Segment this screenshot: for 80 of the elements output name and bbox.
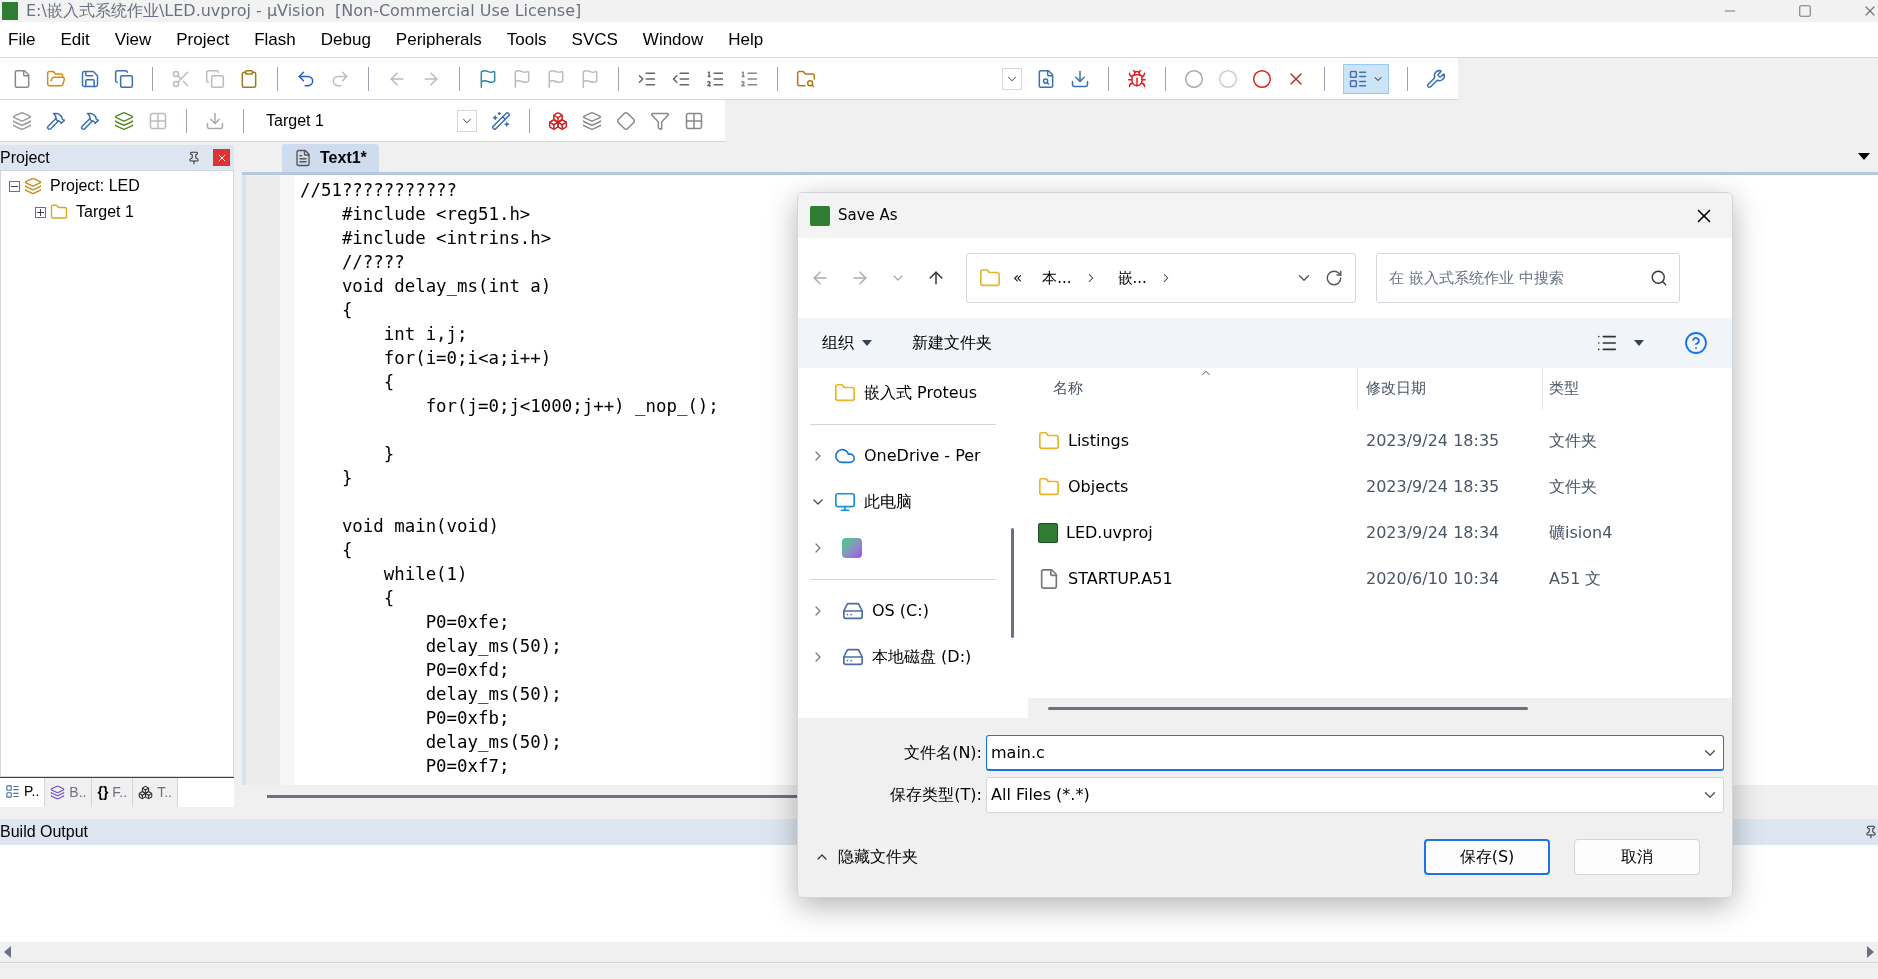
file-name[interactable]: Listings [1068,429,1130,453]
file-type-select[interactable]: All Files (*.*) [986,777,1724,813]
file-name[interactable]: STARTUP.A51 [1068,567,1173,591]
file-type: 礦ision4 [1548,522,1613,544]
nav-item[interactable]: 本地磁盘 (D:) [872,645,972,669]
menu-item[interactable]: SVCS [571,26,618,53]
menu-item[interactable]: Project [176,26,230,53]
panel-tab[interactable]: T.. [133,778,178,807]
file-type: 文件夹 [1548,476,1597,498]
panel-tab[interactable]: B.. [45,778,93,807]
window-title: E:\嵌入式系统作业\LED.uvproj - µVision [Non-Commercial Use License] [26,0,582,22]
file-name[interactable]: Objects [1068,475,1129,499]
code-line: //???? [340,251,405,274]
code-line: P0=0xfb; [424,707,510,730]
address-bar[interactable]: « 本... 嵌... [966,253,1356,303]
code-line: for(j=0;j<1000;j++) _nop_(); [424,395,719,418]
code-line: { [382,371,395,394]
command-button[interactable]: 新建文件夹 [912,331,992,355]
code-line: { [382,587,395,610]
code-line: P0=0xf7; [424,755,510,778]
code-line: #include <reg51.h> [340,203,531,226]
command-button[interactable]: 组织 [822,331,872,355]
tree-item[interactable]: Project: LED [50,174,140,198]
code-line: void delay_ms(int a) [340,275,552,298]
code-line: } [382,443,395,466]
menu-item[interactable]: Edit [60,26,90,53]
menu-item[interactable]: Help [728,26,764,53]
file-date: 2023/9/24 18:35 [1365,476,1501,498]
code-line: while(1) [382,563,468,586]
dialog-button[interactable]: 取消 [1574,839,1700,875]
nav-item[interactable]: OS (C:) [872,599,929,623]
column-header[interactable]: 名称 [1053,368,1357,410]
code-line: int i,j; [382,323,468,346]
code-line: delay_ms(50); [424,731,562,754]
filename-field[interactable]: main.c [986,735,1724,771]
file-date: 2023/9/24 18:35 [1365,430,1501,452]
nav-item[interactable]: 嵌入式 Proteus [864,381,978,405]
editor-tab[interactable]: Text1* [282,144,379,172]
code-line: delay_ms(50); [424,683,562,706]
menu-item[interactable]: Debug [320,26,371,53]
file-type: A51 文 [1548,568,1602,590]
dialog-title: Save As [838,205,898,227]
file-date: 2023/9/24 18:34 [1365,522,1501,544]
code-line: delay_ms(50); [424,635,562,658]
search-field[interactable]: 在 嵌入式系统作业 中搜索 [1376,253,1680,303]
panel-tab[interactable]: {} F.. [92,778,134,807]
nav-item[interactable]: 此电脑 [864,490,912,514]
file-name[interactable]: LED.uvproj [1066,521,1153,545]
target-select[interactable]: Target 1 [262,106,477,135]
braces-glyph: {} [97,783,109,802]
panel-title: Build Output [0,822,90,842]
menu-item[interactable]: File [8,26,36,53]
menu-item[interactable]: Peripherals [395,26,482,53]
panel-title: Project [0,147,51,168]
overflow-chevron[interactable]: « [1013,266,1023,290]
dialog-button[interactable]: 保存(S) [1424,839,1550,875]
menu-item[interactable]: Window [642,26,704,53]
code-line: #include <intrins.h> [340,227,552,250]
code-line: { [340,299,353,322]
menu-item[interactable]: Tools [506,26,547,53]
menu-item[interactable]: Flash [254,26,296,53]
breadcrumb[interactable]: 本... [1042,266,1072,290]
code-line: { [340,539,353,562]
field-label: 文件名(N): [903,742,983,764]
code-line: P0=0xfe; [424,611,510,634]
hide-folders-toggle[interactable]: 隐藏文件夹 [814,845,918,869]
code-line: for(i=0;i<a;i++) [382,347,552,370]
code-line: //51??????????? [300,179,458,202]
code-line: } [340,467,353,490]
menu-item[interactable]: View [114,26,152,53]
field-label: 保存类型(T): [889,784,983,806]
column-header[interactable]: 类型 [1549,368,1683,410]
breadcrumb[interactable]: 嵌... [1117,266,1147,290]
code-line: void main(void) [340,515,499,538]
code-line: P0=0xfd; [424,659,510,682]
file-date: 2020/6/10 10:34 [1365,568,1501,590]
file-type: 文件夹 [1548,430,1597,452]
column-header[interactable]: 修改日期 [1366,368,1542,410]
nav-item[interactable]: OneDrive - Per [864,444,981,468]
tree-item[interactable]: Target 1 [76,200,134,224]
